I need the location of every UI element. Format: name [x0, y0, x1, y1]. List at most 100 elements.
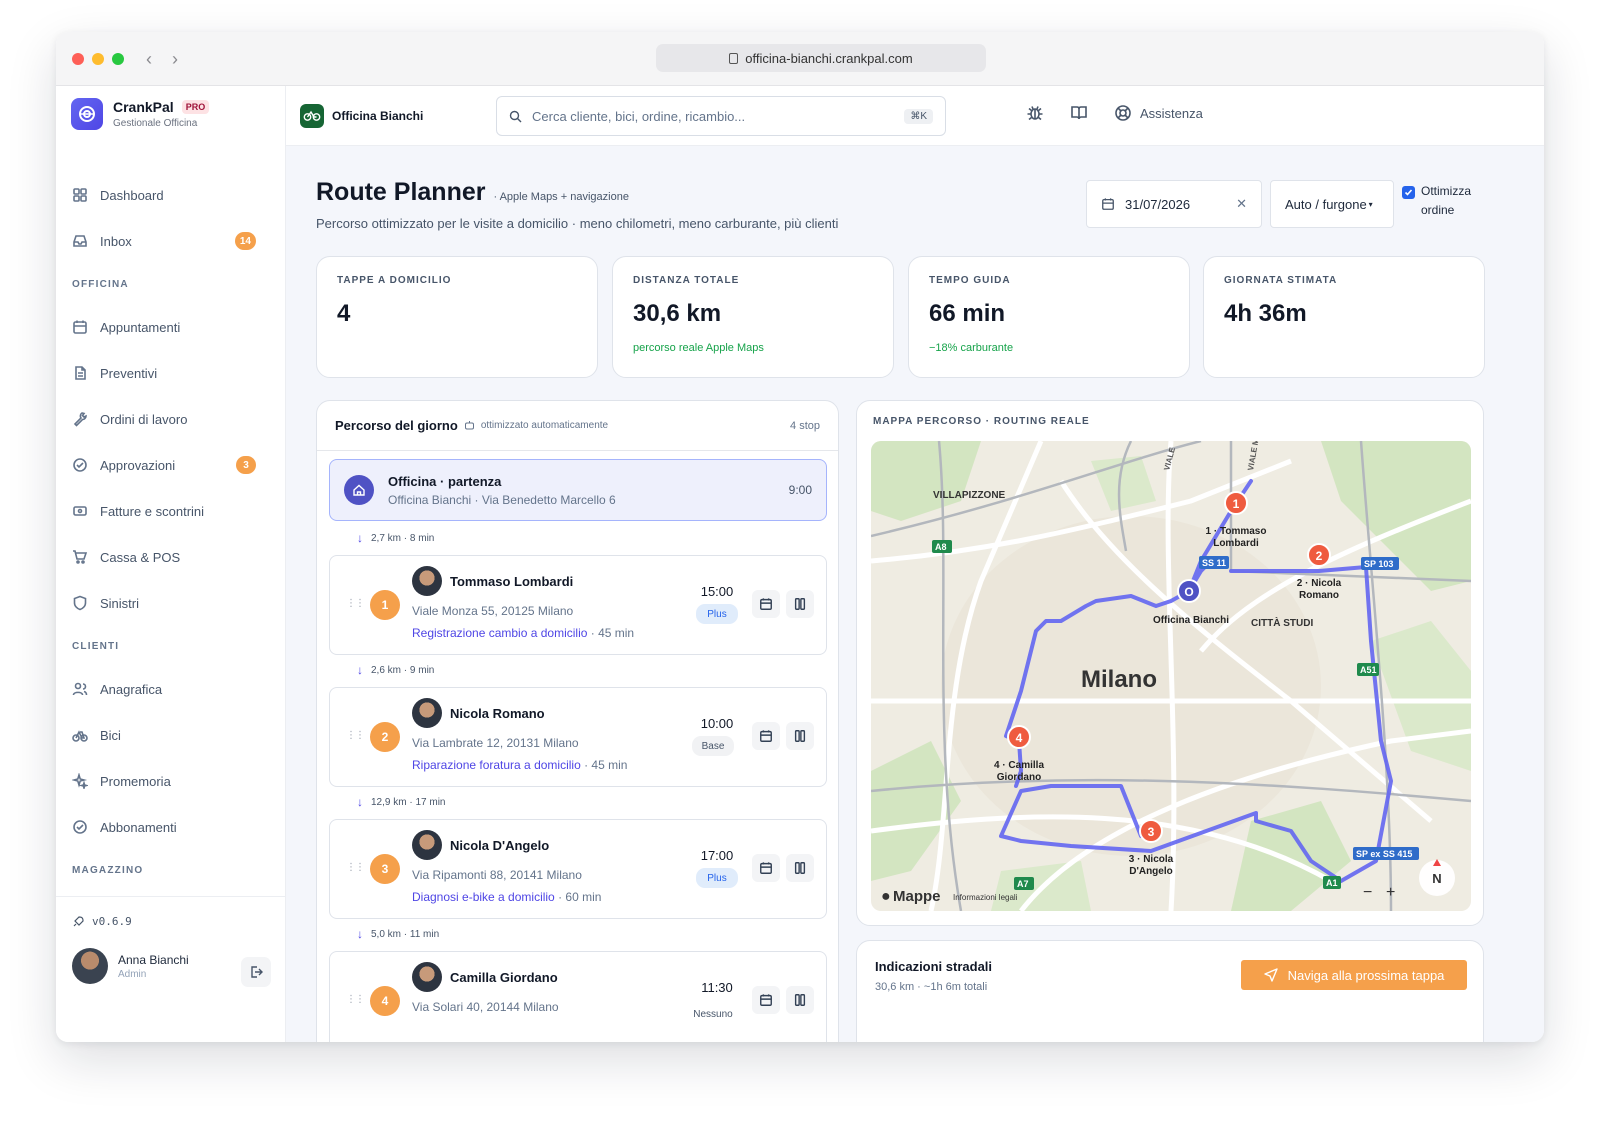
shop-selector[interactable]: Officina Bianchi — [300, 104, 423, 128]
book-icon[interactable] — [1070, 104, 1088, 122]
brand-subtitle: Gestionale Officina — [113, 118, 198, 129]
search-placeholder: Cerca cliente, bici, ordine, ricambio... — [532, 108, 746, 124]
sidebar-item-dashboard[interactable]: Dashboard — [56, 172, 286, 218]
check-circle-icon — [73, 458, 87, 472]
columns-button[interactable] — [786, 722, 814, 750]
maximize-window-button[interactable] — [112, 53, 124, 65]
sidebar-item-label: Cassa & POS — [100, 549, 181, 565]
help-label: Assistenza — [1140, 105, 1203, 121]
stop-time: 15:00 — [700, 584, 734, 599]
schedule-button[interactable] — [752, 854, 780, 882]
drag-handle-icon[interactable]: ⋮⋮ — [346, 598, 365, 609]
clear-date-icon[interactable]: ✕ — [1236, 196, 1247, 212]
map-pin-1[interactable]: 1 1 · Tommaso Lombardi — [1206, 491, 1267, 549]
route-title: Percorso del giorno — [335, 418, 458, 433]
stat-card-day: GIORNATA STIMATA 4h 36m — [1203, 256, 1485, 378]
schedule-button[interactable] — [752, 722, 780, 750]
sidebar-item-preventivi[interactable]: Preventivi — [56, 350, 286, 396]
page-title: Route Planner — [316, 178, 486, 206]
drag-handle-icon[interactable]: ⋮⋮ — [346, 730, 365, 741]
stat-note: percorso reale Apple Maps — [633, 342, 764, 354]
start-time: 9:00 — [788, 483, 812, 497]
stop-service-link[interactable]: Diagnosi e-bike a domicilio — [412, 890, 555, 904]
sidebar-item-fatture[interactable]: Fatture e scontrini — [56, 488, 286, 534]
stop-service-line: Diagnosi e-bike a domicilio · 60 min — [412, 890, 601, 904]
cart-icon — [73, 550, 88, 564]
stop-time: 17:00 — [700, 848, 734, 863]
back-arrow-icon[interactable]: ‹ — [146, 49, 152, 70]
route-leg: ↓ 5,0 km · 11 min — [357, 927, 439, 941]
sidebar-item-promemoria[interactable]: Promemoria — [56, 758, 286, 804]
top-bar: Officina Bianchi Cerca cliente, bici, or… — [286, 86, 1544, 146]
columns-button[interactable] — [786, 590, 814, 618]
drag-handle-icon[interactable]: ⋮⋮ — [346, 862, 365, 873]
stop-service-link[interactable]: Riparazione foratura a domicilio — [412, 758, 581, 772]
optimize-checkbox[interactable] — [1402, 186, 1415, 199]
forward-arrow-icon[interactable]: › — [172, 49, 178, 70]
section-officina: OFFICINA — [72, 278, 129, 290]
zoom-in-button[interactable]: + — [1386, 884, 1395, 901]
zoom-out-button[interactable]: − — [1363, 884, 1372, 901]
start-point[interactable]: Officina · partenza Officina Bianchi · V… — [329, 459, 827, 521]
brand[interactable]: CrankPal PRO Gestionale Officina — [71, 98, 210, 130]
search-shortcut: ⌘K — [904, 108, 933, 124]
street-label: VIALE M — [1246, 441, 1261, 471]
sidebar-item-label: Abbonamenti — [100, 819, 177, 835]
optimize-label-line2: ordine — [1421, 203, 1455, 217]
sidebar-item-ordini[interactable]: Ordini di lavoro — [56, 396, 286, 442]
sidebar-item-abbonamenti[interactable]: Abbonamenti — [56, 804, 286, 850]
start-title: Officina · partenza — [388, 473, 502, 489]
calendar-icon — [760, 994, 772, 1006]
close-window-button[interactable] — [72, 53, 84, 65]
optimize-order-toggle[interactable]: Ottimizza ordine — [1402, 182, 1471, 220]
stop-number: 1 — [370, 590, 400, 620]
avatar — [412, 962, 442, 992]
route-stop[interactable]: ⋮⋮ 1 Tommaso Lombardi Viale Monza 55, 20… — [329, 555, 827, 655]
minimize-window-button[interactable] — [92, 53, 104, 65]
zoom-controls[interactable]: − + — [1363, 884, 1395, 901]
columns-icon — [794, 994, 806, 1006]
sidebar-item-label: Fatture e scontrini — [100, 503, 205, 519]
sidebar-item-approvazioni[interactable]: Approvazioni 3 — [56, 442, 286, 488]
route-stop[interactable]: ⋮⋮ 3 Nicola D'Angelo Via Ripamonti 88, 2… — [329, 819, 827, 919]
search-input[interactable]: Cerca cliente, bici, ordine, ricambio...… — [496, 96, 946, 136]
sidebar-item-anagrafica[interactable]: Anagrafica — [56, 666, 286, 712]
sidebar-item-inbox[interactable]: Inbox 14 — [56, 218, 286, 264]
compass-icon[interactable]: N — [1419, 859, 1455, 896]
route-stop[interactable]: ⋮⋮ 2 Nicola Romano Via Lambrate 12, 2013… — [329, 687, 827, 787]
sidebar-item-label: Ordini di lavoro — [100, 411, 188, 427]
logout-button[interactable] — [241, 957, 271, 987]
grid-icon — [73, 188, 87, 202]
date-value: 31/07/2026 — [1125, 196, 1191, 212]
columns-icon — [794, 598, 806, 610]
stop-service-link[interactable]: Registrazione cambio a domicilio — [412, 626, 587, 640]
route-stop[interactable]: ⋮⋮ 4 Camilla Giordano Via Solari 40, 201… — [329, 951, 827, 1042]
sidebar-item-appuntamenti[interactable]: Appuntamenti — [56, 304, 286, 350]
route-map[interactable]: VILLAPIZZONE CITTÀ STUDI Milano VIALE VI… — [871, 441, 1471, 911]
main-content: Route Planner · Apple Maps + navigazione… — [286, 146, 1544, 1042]
bug-icon[interactable] — [1026, 104, 1044, 122]
schedule-button[interactable] — [752, 590, 780, 618]
plan-badge: Plus — [696, 604, 738, 624]
columns-button[interactable] — [786, 986, 814, 1014]
sidebar-item-sinistri[interactable]: Sinistri — [56, 580, 286, 626]
date-picker[interactable]: 31/07/2026 ✕ — [1086, 180, 1262, 228]
shield-icon — [73, 595, 87, 611]
stat-value: 4 — [337, 300, 351, 327]
help-button[interactable]: Assistenza — [1114, 104, 1203, 122]
sidebar-footer: v0.6.9 Anna Bianchi Admin — [56, 896, 286, 1002]
vehicle-select[interactable]: Auto / furgone ▾ — [1270, 180, 1394, 228]
sidebar-item-bici[interactable]: Bici — [56, 712, 286, 758]
navigate-next-button[interactable]: Naviga alla prossima tappa — [1241, 960, 1467, 990]
pin-number: 1 — [1233, 497, 1240, 511]
schedule-button[interactable] — [752, 986, 780, 1014]
receipt-icon — [73, 506, 87, 516]
address-bar[interactable]: officina-bianchi.crankpal.com — [656, 44, 986, 72]
route-leg: ↓ 2,7 km · 8 min — [357, 531, 434, 545]
section-magazzino: MAGAZZINO — [72, 864, 144, 876]
map-legal-link[interactable]: Informazioni legali — [953, 893, 1018, 902]
drag-handle-icon[interactable]: ⋮⋮ — [346, 994, 365, 1005]
map-park — [871, 441, 981, 521]
sidebar-item-cassa[interactable]: Cassa & POS — [56, 534, 286, 580]
columns-button[interactable] — [786, 854, 814, 882]
